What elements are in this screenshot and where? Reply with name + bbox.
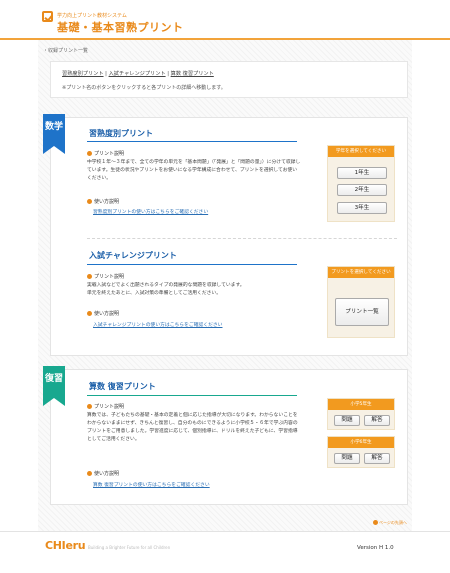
grade5-problems-button[interactable]: 問題	[334, 415, 360, 426]
desc-label: プリント説明	[87, 150, 124, 157]
math-tag: 数学	[43, 114, 65, 154]
header: 学力向上プリント教材システム 基礎・基本習熟プリント	[0, 0, 450, 40]
breadcrumb: ・収録プリント一覧	[43, 48, 89, 54]
grade-1-button[interactable]: 1年生	[337, 167, 387, 179]
grade6-panel: 小学6年生 問題 解答	[327, 436, 395, 468]
desc-text: 中学校１年～３年まで、全ての学年の単元を「基本問題」（「発展」と「問題の量」）に…	[87, 160, 301, 181]
review-tag: 復習	[43, 366, 65, 406]
info-icon	[87, 274, 92, 279]
help-icon	[87, 471, 92, 476]
usage-link-exam-challenge[interactable]: 入試チャレンジプリントの使い方はこちらをご確認ください	[93, 321, 222, 328]
version-label: Version H 1.0	[357, 545, 394, 551]
desc-text: 算数では、子どもたちの基礎・基本の定着と個に応じた指導が大切になります。わからな…	[87, 413, 298, 442]
arrow-up-icon	[373, 520, 378, 525]
desc-text: 実戦入試などでよく出題されるタイプの発展的な問題を収録しています。 単元を終えた…	[87, 283, 245, 296]
print-nav-box: 習熟度別プリント | 入試チャレンジプリント | 算数 復習プリント ※プリント…	[50, 61, 408, 98]
grade-2-button[interactable]: 2年生	[337, 184, 387, 196]
grade-select-panel: 学年を選択してください 1年生 2年生 3年生	[327, 145, 395, 222]
grade-3-button[interactable]: 3年生	[337, 202, 387, 214]
help-icon	[87, 311, 92, 316]
usage-link-proficiency[interactable]: 習熟度別プリントの使い方はこちらをご確認ください	[93, 208, 208, 215]
usage-label: 使い方説明	[87, 470, 119, 477]
usage-link-math-review[interactable]: 算数 復習プリントの使い方はこちらをご確認ください	[93, 481, 210, 488]
desc-label: プリント説明	[87, 403, 124, 410]
section-title-exam-challenge: 入試チャレンジプリント	[89, 251, 177, 260]
footer-tagline: Building a Brighter Future for all Child…	[88, 545, 171, 550]
brand-logo-icon	[42, 11, 53, 22]
grade-select-head: 学年を選択してください	[328, 146, 394, 157]
section-rule	[87, 395, 297, 396]
nav-link-exam-challenge[interactable]: 入試チャレンジプリント	[109, 71, 166, 77]
print-list-panel: プリントを選択してください プリント一覧	[327, 266, 395, 338]
footer-logo: CHIeru	[45, 539, 86, 552]
info-icon	[87, 404, 92, 409]
usage-label: 使い方説明	[87, 310, 119, 317]
grade6-answers-button[interactable]: 解答	[364, 453, 390, 464]
math-card: 数学 習熟度別プリント プリント説明 中学校１年～３年まで、全ての学年の単元を「…	[43, 114, 408, 356]
grade5-head: 小学5年生	[328, 399, 394, 410]
grade6-head: 小学6年生	[328, 437, 394, 448]
grade5-answers-button[interactable]: 解答	[364, 415, 390, 426]
footer-divider	[0, 531, 450, 532]
info-icon	[87, 151, 92, 156]
nav-link-proficiency[interactable]: 習熟度別プリント	[62, 71, 104, 77]
page-top-link[interactable]: ページの先頭へ	[373, 520, 407, 526]
desc-label: プリント説明	[87, 273, 124, 280]
usage-label: 使い方説明	[87, 198, 119, 205]
system-name: 学力向上プリント教材システム	[57, 13, 127, 19]
nav-link-math-review[interactable]: 算数 復習プリント	[171, 71, 214, 77]
section-rule	[87, 264, 297, 265]
print-nav-links: 習熟度別プリント | 入試チャレンジプリント | 算数 復習プリント	[62, 70, 214, 77]
page: 学力向上プリント教材システム 基礎・基本習熟プリント ・収録プリント一覧 習熟度…	[0, 0, 450, 573]
section-title-proficiency: 習熟度別プリント	[89, 129, 153, 138]
section-title-math-review: 算数 復習プリント	[89, 382, 156, 391]
print-list-button[interactable]: プリント一覧	[335, 298, 389, 326]
section-divider	[87, 238, 397, 239]
help-icon	[87, 199, 92, 204]
review-card: 復習 算数 復習プリント プリント説明 算数では、子どもたちの基礎・基本の定着と…	[43, 366, 408, 505]
print-list-head: プリントを選択してください	[328, 267, 394, 278]
section-rule	[87, 141, 297, 142]
app-title: 基礎・基本習熟プリント	[57, 21, 184, 34]
nav-note: ※プリント名のボタンをクリックすると各プリントの詳細へ移動します。	[62, 85, 226, 91]
grade6-problems-button[interactable]: 問題	[334, 453, 360, 464]
grade5-panel: 小学5年生 問題 解答	[327, 398, 395, 430]
